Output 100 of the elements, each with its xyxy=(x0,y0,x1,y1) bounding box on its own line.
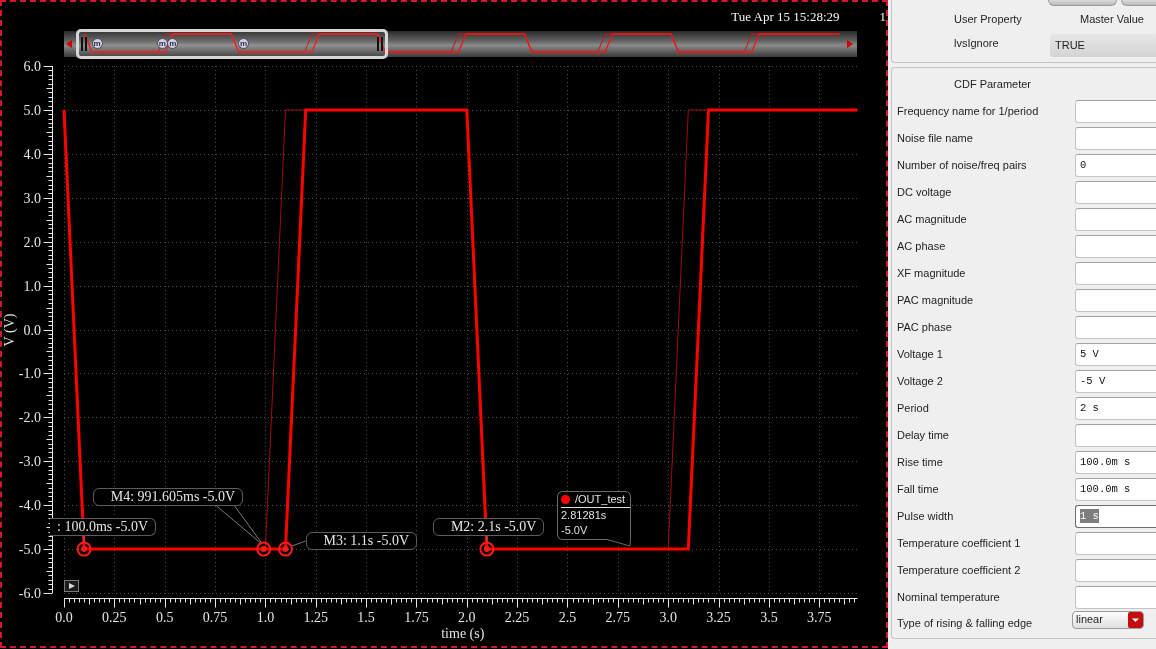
input-field[interactable] xyxy=(1075,262,1156,285)
parameter-label: Temperature coefficient 2 xyxy=(897,563,1022,578)
tick-label: 2.0 xyxy=(458,610,476,625)
parameter-label: AC magnitude xyxy=(897,212,968,227)
tick-label: 0.75 xyxy=(202,610,228,625)
right-arrow-icon[interactable] xyxy=(847,40,853,48)
parameter-label: Frequency name for 1/period xyxy=(897,104,1040,119)
tick-label: 1.0 xyxy=(256,610,275,625)
caret-icon xyxy=(1128,612,1143,628)
marker-label: M4: 991.605ms -5.0V xyxy=(92,488,244,507)
parameter-label: DC voltage xyxy=(897,185,953,200)
group-title: CDF Parameter xyxy=(953,77,1033,92)
tick-label: -1.0 xyxy=(18,366,41,382)
column-header: Master Value xyxy=(1079,12,1145,27)
marker-ring-icon[interactable] xyxy=(278,541,293,557)
parameter-label: PAC phase xyxy=(897,320,953,335)
marker-badge: m xyxy=(91,38,103,49)
drag-handle[interactable] xyxy=(80,37,87,51)
input-field[interactable]: -5 V xyxy=(1075,370,1156,393)
tick-label: 4.0 xyxy=(23,146,41,162)
marker-label: M2: 2.1s -5.0V xyxy=(432,518,545,537)
leader-line xyxy=(291,540,306,547)
tick-label: 0.0 xyxy=(55,610,73,625)
tick-label: 1.25 xyxy=(303,610,328,625)
tick-label: -6.0 xyxy=(18,586,41,601)
input-field[interactable]: 5 V xyxy=(1075,343,1156,366)
tick-label: 5.0 xyxy=(23,102,41,118)
parameter-label: Voltage 1 xyxy=(897,347,944,362)
tick-label: 2.25 xyxy=(504,610,530,625)
tick-label: 2.75 xyxy=(605,610,631,625)
play-icon[interactable] xyxy=(64,580,79,592)
tick-label: 0.5 xyxy=(155,610,174,625)
marker-ring-icon[interactable] xyxy=(479,541,495,557)
marker-badge: m xyxy=(156,38,168,49)
input-field[interactable] xyxy=(1075,316,1156,339)
input-field[interactable]: 2 s xyxy=(1075,397,1156,420)
input-field[interactable] xyxy=(1075,127,1156,150)
trace-name: /OUT_test xyxy=(575,493,626,506)
tick-label: 1.5 xyxy=(357,610,375,625)
tick-label: 6.0 xyxy=(23,60,41,74)
input-field[interactable] xyxy=(1075,289,1156,312)
tick-label: 2.0 xyxy=(23,234,41,250)
tick-label: -2.0 xyxy=(18,410,41,426)
parameter-label: XF magnitude xyxy=(897,266,967,281)
tick-label: 3.0 xyxy=(23,190,41,206)
tick-label: 3.75 xyxy=(806,610,832,625)
property-name: lvsIgnore xyxy=(954,36,1000,51)
tick-label: -5.0 xyxy=(18,542,41,558)
cursor-time: 2.81281s xyxy=(561,508,608,523)
parameter-label: Pulse width xyxy=(897,509,955,524)
leader-line xyxy=(216,505,263,544)
input-field[interactable] xyxy=(1075,100,1156,123)
tick-label: 0.25 xyxy=(102,610,127,625)
header-text: 1 xyxy=(879,9,886,26)
tick-label: 3.0 xyxy=(659,610,677,625)
parameter-label: PAC magnitude xyxy=(897,293,975,308)
input-field[interactable]: 1 s xyxy=(1075,505,1156,528)
input-field[interactable] xyxy=(1075,181,1156,204)
tick-label: 1.0 xyxy=(23,278,41,294)
parameter-label: Temperature coefficient 1 xyxy=(897,536,1022,551)
input-field[interactable] xyxy=(1075,532,1156,555)
overview-bar[interactable]: m m m m xyxy=(64,31,857,57)
axis-title: time (s) xyxy=(441,626,485,641)
parameter-label: Voltage 2 xyxy=(897,374,944,389)
input-field[interactable]: 100.0m s xyxy=(1075,451,1156,474)
parameter-label: Fall time xyxy=(897,482,940,497)
tick-label: 0.0 xyxy=(23,322,41,338)
input-field[interactable] xyxy=(1075,235,1156,258)
tick-label: 1.75 xyxy=(404,610,429,625)
button[interactable] xyxy=(1048,0,1118,6)
input-field[interactable] xyxy=(1075,559,1156,582)
marker-ring-icon[interactable] xyxy=(256,541,272,557)
tick-label: -4.0 xyxy=(18,498,41,514)
left-arrow-icon[interactable] xyxy=(66,40,72,48)
dropdown[interactable]: linear xyxy=(1072,611,1144,629)
axis-title: V (V) xyxy=(2,313,17,347)
button[interactable] xyxy=(1121,0,1156,6)
range-selector[interactable] xyxy=(75,29,389,59)
column-header: User Property xyxy=(954,12,1023,27)
input-field[interactable] xyxy=(1075,424,1156,447)
value-field[interactable]: TRUE xyxy=(1050,34,1156,57)
marker-badge: m xyxy=(238,38,250,49)
cursor-value: -5.0V xyxy=(561,523,589,538)
tick-label: 3.25 xyxy=(706,610,731,625)
tick-label: -3.0 xyxy=(18,454,41,470)
marker-ring-icon[interactable] xyxy=(76,541,92,557)
drag-handle[interactable] xyxy=(377,37,384,51)
marker-label: : 100.0ms -5.0V xyxy=(50,518,156,537)
parameter-label: Period xyxy=(897,401,930,416)
tick-label: 2.5 xyxy=(558,610,577,625)
parameter-label: Noise file name xyxy=(897,131,974,146)
leader-line xyxy=(83,535,85,543)
input-field[interactable]: 100.0m s xyxy=(1075,478,1156,501)
leader-line xyxy=(486,535,488,543)
parameter-label: Number of noise/freq pairs xyxy=(897,158,1028,173)
marker-label: M3: 1.1s -5.0V xyxy=(305,532,418,551)
input-field[interactable] xyxy=(1075,208,1156,231)
parameter-label: AC phase xyxy=(897,239,947,254)
input-field[interactable] xyxy=(1075,586,1156,609)
input-field[interactable]: 0 xyxy=(1075,154,1156,177)
